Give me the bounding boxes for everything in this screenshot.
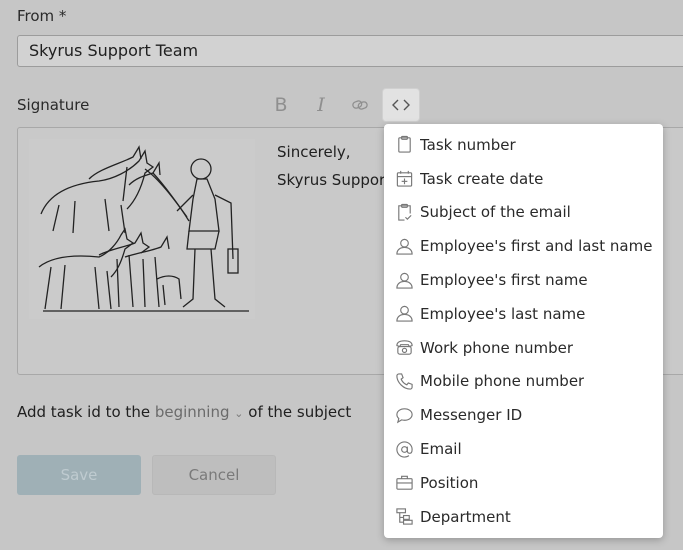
menu-item-employee-first-name[interactable]: Employee's first name — [384, 263, 663, 297]
link-button[interactable] — [347, 92, 373, 118]
clipboard-check-icon — [394, 202, 414, 222]
menu-item-position[interactable]: Position — [384, 466, 663, 500]
task-id-suffix: of the subject — [248, 403, 352, 421]
chevron-down-icon: ⌄ — [234, 407, 244, 420]
user-icon — [394, 270, 414, 290]
placeholder-menu: Task number Task create date Subject of … — [384, 124, 663, 538]
cancel-button[interactable]: Cancel — [152, 455, 276, 495]
menu-item-task-create-date[interactable]: Task create date — [384, 162, 663, 196]
menu-item-subject-of-email[interactable]: Subject of the email — [384, 196, 663, 230]
task-id-position-select[interactable]: beginning ⌄ — [155, 403, 244, 421]
task-id-prefix: Add task id to the — [17, 403, 151, 421]
insert-placeholder-button[interactable] — [382, 88, 420, 122]
clipboard-icon — [394, 135, 414, 155]
task-id-row: Add task id to the beginning ⌄ of the su… — [17, 403, 351, 421]
phone-icon — [394, 371, 414, 391]
link-icon — [352, 100, 368, 110]
org-chart-icon — [394, 507, 414, 527]
signature-label: Signature — [17, 96, 90, 114]
save-button[interactable]: Save — [17, 455, 141, 495]
from-input[interactable]: Skyrus Support Team — [17, 35, 683, 67]
menu-item-messenger-id[interactable]: Messenger ID — [384, 398, 663, 432]
menu-item-department[interactable]: Department — [384, 500, 663, 534]
from-label: From * — [17, 7, 67, 25]
menu-item-task-number[interactable]: Task number — [384, 128, 663, 162]
user-icon — [394, 236, 414, 256]
signature-line-1: Sincerely, — [277, 143, 351, 161]
briefcase-icon — [394, 473, 414, 493]
at-icon — [394, 439, 414, 459]
menu-item-employee-last-name[interactable]: Employee's last name — [384, 297, 663, 331]
user-icon — [394, 304, 414, 324]
calendar-plus-icon — [394, 169, 414, 189]
menu-item-mobile-phone[interactable]: Mobile phone number — [384, 365, 663, 399]
menu-item-employee-full-name[interactable]: Employee's first and last name — [384, 229, 663, 263]
italic-button[interactable]: I — [308, 92, 334, 118]
menu-item-work-phone[interactable]: Work phone number — [384, 331, 663, 365]
desk-phone-icon — [394, 338, 414, 358]
chat-bubble-icon — [394, 405, 414, 425]
bold-button[interactable]: B — [268, 92, 294, 118]
menu-item-email[interactable]: Email — [384, 432, 663, 466]
signature-image — [29, 139, 255, 319]
signature-line-2: Skyrus Support — [277, 171, 392, 189]
code-icon — [392, 99, 410, 111]
